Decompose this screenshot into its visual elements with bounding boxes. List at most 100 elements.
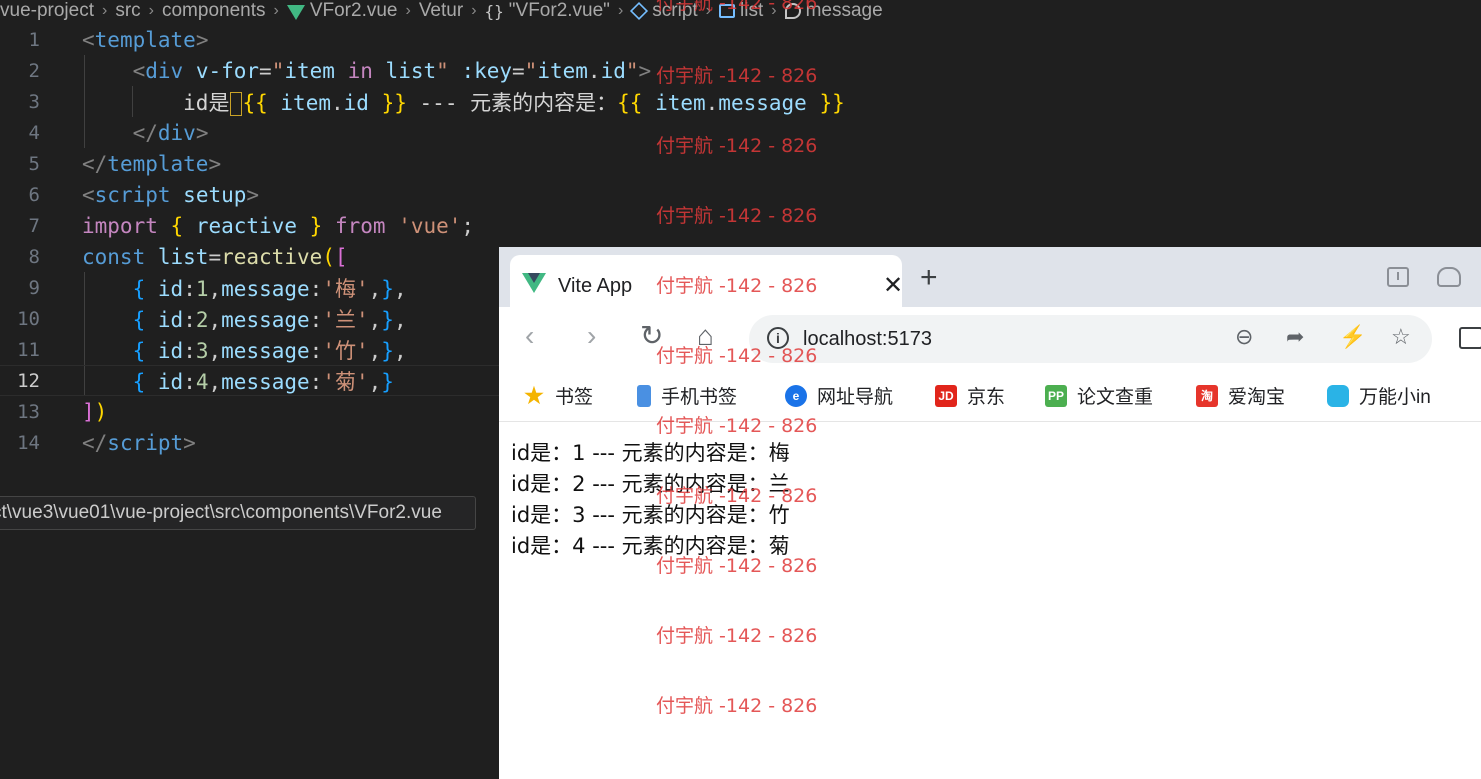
breadcrumb-chevron-icon: ›	[705, 2, 711, 19]
forward-arrow-icon[interactable]: ›	[587, 322, 596, 350]
line-number: 11	[17, 338, 40, 361]
line-number: 3	[28, 90, 40, 113]
breadcrumb-chevron-icon: ›	[148, 2, 154, 19]
breadcrumb-item-module[interactable]: {} "VFor2.vue"	[485, 0, 610, 22]
bookmark-star-icon[interactable]: ☆	[1391, 326, 1411, 348]
bookmark-item[interactable]: 淘 爱淘宝	[1196, 382, 1285, 409]
pp-icon: PP	[1045, 384, 1067, 407]
bookmarks-bar: ★ 书签 手机书签 e 网址导航 JD 京东 PP 论文查重 淘 爱淘宝 万能小…	[499, 367, 1481, 422]
tab-title: Vite App	[558, 275, 633, 297]
code-line[interactable]: 5 </template>	[0, 148, 500, 179]
line-number: 5	[28, 152, 40, 175]
taobao-icon: 淘	[1196, 384, 1218, 407]
code-line[interactable]: 7 import { reactive } from 'vue';	[0, 210, 500, 241]
bookmark-item[interactable]: 万能小in	[1327, 382, 1431, 409]
code-text: <script setup>	[82, 182, 260, 207]
close-icon[interactable]: ✕	[883, 271, 903, 300]
code-line[interactable]: 9 { id:1,message:'梅',},	[0, 272, 500, 303]
new-tab-button[interactable]: +	[920, 263, 938, 293]
code-text: ])	[82, 399, 108, 424]
code-text: { id:3,message:'竹',},	[132, 338, 407, 363]
code-line-current[interactable]: 12 { id:4,message:'菊',}	[0, 365, 500, 396]
extensions-icon[interactable]	[1459, 327, 1481, 349]
code-text: id是{{ item.id }} --- 元素的内容是：{{ item.mess…	[183, 90, 845, 116]
line-number: 1	[28, 28, 40, 51]
bookmark-item[interactable]: ★ 书签	[523, 382, 593, 409]
sidebar-toggle-icon[interactable]	[1387, 267, 1409, 287]
breadcrumb-chevron-icon: ›	[617, 2, 624, 19]
line-number: 2	[28, 59, 40, 82]
zoom-out-icon[interactable]: ⊖	[1235, 326, 1253, 348]
breadcrumb: vue-project › src › components › VFor2.v…	[0, 0, 1100, 22]
breadcrumb-item-src[interactable]: src	[115, 0, 140, 22]
code-text: { id:1,message:'梅',},	[132, 276, 407, 301]
url-text[interactable]: localhost:5173	[803, 328, 932, 351]
vue-logo-icon	[522, 273, 546, 293]
breadcrumb-item-list[interactable]: list	[719, 0, 763, 22]
code-text: </script>	[82, 430, 196, 455]
breadcrumb-chevron-icon: ›	[405, 2, 411, 19]
code-line[interactable]: 1 <template>	[0, 24, 500, 55]
lightning-icon[interactable]: ⚡	[1339, 326, 1366, 348]
back-arrow-icon[interactable]: ‹	[525, 322, 534, 350]
share-icon[interactable]: ➦	[1286, 326, 1304, 348]
list-item: id是：1 --- 元素的内容是：梅	[511, 441, 790, 465]
breadcrumb-item-message[interactable]: message	[784, 0, 883, 22]
vue-logo-icon	[286, 4, 305, 20]
variable-icon	[719, 4, 735, 18]
code-line[interactable]: 11 { id:3,message:'竹',},	[0, 334, 500, 365]
code-line[interactable]: 4 </div>	[0, 117, 500, 148]
page-content: id是：1 --- 元素的内容是：梅 id是：2 --- 元素的内容是：兰 id…	[511, 438, 790, 562]
code-line[interactable]: 3 id是{{ item.id }} --- 元素的内容是：{{ item.me…	[0, 86, 845, 117]
code-text: <template>	[82, 27, 209, 52]
code-area[interactable]: 1 <template> 2 <div v-for="item in list"…	[0, 24, 845, 458]
code-line[interactable]: 6 <script setup>	[0, 179, 500, 210]
line-number: 12	[17, 369, 40, 392]
browser-toolbar: ‹ › ↻ ⌂ i localhost:5173 ⊖ ➦ ⚡ ☆	[499, 307, 1481, 367]
breadcrumb-chevron-icon: ›	[771, 2, 777, 19]
line-number: 4	[28, 121, 40, 144]
phone-icon	[637, 384, 651, 407]
breadcrumb-item-file[interactable]: VFor2.vue	[286, 0, 397, 22]
tab-bar: Vite App ✕ +	[499, 247, 1481, 307]
ie-icon: e	[785, 384, 807, 407]
code-text: { id:4,message:'菊',}	[132, 369, 394, 394]
list-item: id是：3 --- 元素的内容是：竹	[511, 503, 790, 527]
line-number: 6	[28, 183, 40, 206]
line-number: 14	[17, 431, 40, 454]
breadcrumb-chevron-icon: ›	[102, 2, 108, 19]
code-line[interactable]: 10 { id:2,message:'兰',},	[0, 303, 500, 334]
code-line[interactable]: 2 <div v-for="item in list" :key="item.i…	[0, 55, 651, 86]
tab-vite-app[interactable]: Vite App ✕	[510, 255, 903, 307]
bookmark-item[interactable]: PP 论文查重	[1045, 382, 1153, 409]
code-text: <div v-for="item in list" :key="item.id"…	[132, 58, 652, 83]
braces-icon: {}	[484, 1, 504, 21]
breadcrumb-item-vetur[interactable]: Vetur	[419, 0, 463, 22]
browser-window: Vite App ✕ + ‹ › ↻ ⌂ i localhost:5173 ⊖ …	[499, 247, 1481, 779]
wrench-icon	[784, 3, 801, 19]
line-number: 7	[28, 214, 40, 237]
code-line[interactable]: 13 ])	[0, 396, 500, 427]
bookmark-item[interactable]: 手机书签	[637, 382, 737, 409]
list-item: id是：2 --- 元素的内容是：兰	[511, 472, 790, 496]
code-line[interactable]: 14 </script>	[0, 427, 500, 458]
info-icon[interactable]: i	[767, 327, 789, 349]
line-number: 10	[17, 307, 40, 330]
breadcrumb-item-script[interactable]: script	[630, 0, 698, 22]
breadcrumb-chevron-icon: ›	[273, 2, 279, 19]
address-bar[interactable]: i localhost:5173 ⊖ ➦ ⚡ ☆	[749, 315, 1432, 363]
code-text: { id:2,message:'兰',},	[132, 307, 407, 332]
code-text: import { reactive } from 'vue';	[82, 213, 475, 238]
text-cursor	[230, 91, 243, 116]
incognito-icon[interactable]	[1437, 267, 1461, 287]
jd-icon: JD	[935, 384, 957, 407]
code-text: </div>	[132, 120, 209, 145]
file-path-tooltip: ct\vue3\vue01\vue-project\src\components…	[0, 496, 476, 530]
reload-icon[interactable]: ↻	[640, 322, 663, 350]
bookmark-item[interactable]: JD 京东	[935, 382, 1005, 409]
breadcrumb-item-components[interactable]: components	[162, 0, 266, 22]
breadcrumb-item-vue-project[interactable]: vue-project	[0, 0, 94, 22]
code-line[interactable]: 8 const list=reactive([	[0, 241, 500, 272]
home-icon[interactable]: ⌂	[697, 322, 714, 350]
bookmark-item[interactable]: e 网址导航	[785, 382, 893, 409]
